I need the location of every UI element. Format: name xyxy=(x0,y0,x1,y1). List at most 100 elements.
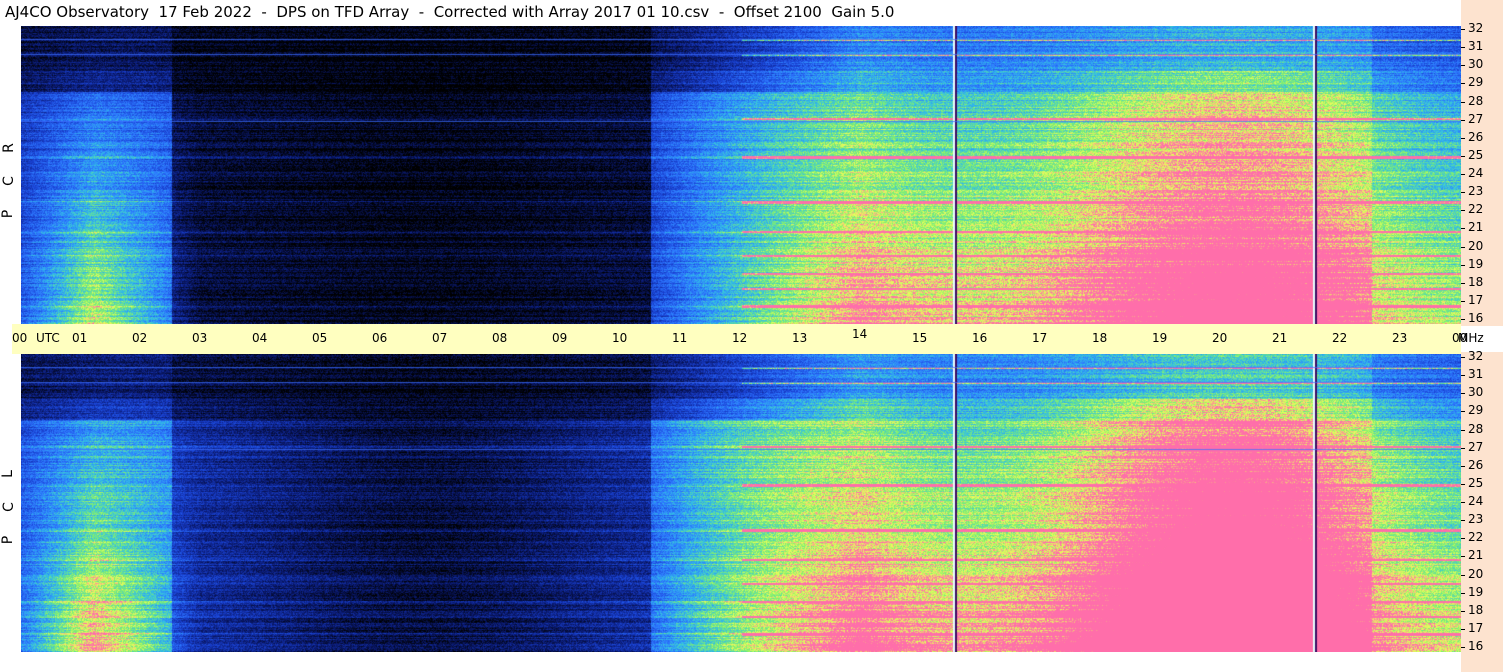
utc-tick-label: 10 xyxy=(612,331,628,345)
utc-tick-label: 20 xyxy=(1212,331,1228,345)
frequency-tick xyxy=(1461,137,1465,139)
frequency-tick xyxy=(1461,282,1465,284)
polarization-letter: C xyxy=(0,502,17,512)
frequency-tick-label: 20 xyxy=(1468,566,1484,581)
frequency-tick-label: 20 xyxy=(1468,238,1484,253)
frequency-tick xyxy=(1461,483,1465,485)
frequency-tick xyxy=(1461,592,1465,594)
frequency-tick xyxy=(1461,647,1465,648)
frequency-tick xyxy=(1461,447,1465,449)
polarization-letter: C xyxy=(0,176,17,186)
frequency-tick xyxy=(1461,538,1465,540)
frequency-tick xyxy=(1461,210,1465,212)
frequency-tick-label: 19 xyxy=(1468,584,1484,599)
page-title: AJ4CO Observatory 17 Feb 2022 - DPS on T… xyxy=(5,3,895,21)
frequency-tick-label: 21 xyxy=(1468,548,1484,563)
frequency-tick-label: 16 xyxy=(1468,311,1484,325)
utc-tick-label: 05 xyxy=(312,331,328,345)
utc-tick-label: 21 xyxy=(1272,331,1288,345)
frequency-tick xyxy=(1461,47,1465,49)
frequency-tick-label: 30 xyxy=(1468,57,1484,72)
utc-tick-label: 11 xyxy=(672,331,688,345)
utc-tick-label: 06 xyxy=(372,331,388,345)
utc-tick-label: 01 xyxy=(72,331,88,345)
frequency-tick xyxy=(1461,174,1465,175)
frequency-tick-label: 31 xyxy=(1468,39,1484,54)
frequency-tick-label: 29 xyxy=(1468,75,1484,90)
frequency-tick-label: 31 xyxy=(1468,367,1484,382)
frequency-tick xyxy=(1461,393,1465,395)
axis-footer xyxy=(1461,654,1503,672)
frequency-tick-label: 24 xyxy=(1468,166,1484,180)
lcp-frequency-axis: 32 31 30 29 28 27 26 25 24 23 22 21 20 19 18 17 16 xyxy=(1461,349,1503,654)
frequency-tick-label: 17 xyxy=(1468,620,1484,635)
frequency-tick-label: 26 xyxy=(1468,457,1484,472)
utc-tick-label: 16 xyxy=(972,331,988,345)
utc-tick-label: 22 xyxy=(1332,331,1348,345)
frequency-tick-label: 18 xyxy=(1468,602,1484,617)
frequency-tick xyxy=(1461,502,1465,503)
frequency-tick xyxy=(1461,628,1465,630)
frequency-tick-label: 30 xyxy=(1468,385,1484,400)
frequency-tick-label: 27 xyxy=(1468,439,1484,454)
utc-tick-label: 18 xyxy=(1092,331,1108,345)
frequency-tick xyxy=(1461,65,1465,67)
frequency-tick-label: 32 xyxy=(1468,21,1484,35)
frequency-tick-label: 23 xyxy=(1468,512,1484,527)
frequency-tick xyxy=(1461,264,1465,266)
frequency-tick xyxy=(1461,375,1465,377)
rcp-frequency-axis: 32 31 30 29 28 27 26 25 24 23 22 21 20 19 18 17 16 xyxy=(1461,21,1503,326)
frequency-tick xyxy=(1461,319,1465,320)
utc-tick-label: 12 xyxy=(732,331,748,345)
frequency-tick-label: 25 xyxy=(1468,475,1484,490)
utc-unit-label: UTC xyxy=(36,331,60,345)
utc-tick-label: 02 xyxy=(132,331,148,345)
frequency-tick-label: 28 xyxy=(1468,421,1484,436)
frequency-tick-label: 19 xyxy=(1468,256,1484,271)
frequency-tick-label: 26 xyxy=(1468,129,1484,144)
utc-tick-label: 15 xyxy=(912,331,928,345)
frequency-tick xyxy=(1461,192,1465,194)
rcp-heatmap xyxy=(21,26,1461,324)
frequency-tick-label: 29 xyxy=(1468,403,1484,418)
frequency-tick-label: 27 xyxy=(1468,111,1484,126)
lcp-heatmap xyxy=(21,354,1461,652)
frequency-tick xyxy=(1461,429,1465,431)
frequency-tick-label: 32 xyxy=(1468,349,1484,363)
frequency-tick-label: 25 xyxy=(1468,147,1484,162)
utc-tick-label: 08 xyxy=(492,331,508,345)
frequency-tick-label: 18 xyxy=(1468,274,1484,289)
frequency-tick-label: 28 xyxy=(1468,93,1484,108)
utc-tick-label: 07 xyxy=(432,331,448,345)
utc-tick-label: 09 xyxy=(552,331,568,345)
utc-tick-label: 14 xyxy=(852,327,868,341)
utc-tick-label: 17 xyxy=(1032,331,1048,345)
mhz-unit-label: MHz xyxy=(1458,331,1484,345)
frequency-tick xyxy=(1461,155,1465,157)
frequency-tick xyxy=(1461,520,1465,522)
frequency-tick xyxy=(1461,610,1465,612)
frequency-tick-label: 23 xyxy=(1468,184,1484,199)
utc-tick-label: 19 xyxy=(1152,331,1168,345)
utc-tick-label: 03 xyxy=(192,331,208,345)
frequency-tick xyxy=(1461,411,1465,413)
frequency-tick xyxy=(1461,29,1465,30)
frequency-tick xyxy=(1461,83,1465,85)
polarization-letter: P xyxy=(0,209,17,219)
utc-time-axis: 00 01 02 03 04 05 06 07 08 09 10 11 12 13 14 15 16 17 18 19… xyxy=(12,324,1484,354)
frequency-tick xyxy=(1461,246,1465,248)
frequency-tick xyxy=(1461,465,1465,467)
frequency-tick-label: 22 xyxy=(1468,202,1484,217)
frequency-tick xyxy=(1461,119,1465,121)
frequency-tick xyxy=(1461,228,1465,230)
polarization-letter: L xyxy=(0,470,16,478)
frequency-tick xyxy=(1461,101,1465,103)
frequency-tick xyxy=(1461,556,1465,558)
utc-tick-label: 13 xyxy=(792,331,808,345)
polarization-letter: P xyxy=(0,535,17,545)
rcp-spectrogram xyxy=(21,26,1461,324)
frequency-tick-label: 17 xyxy=(1468,292,1484,307)
utc-tick-label: 04 xyxy=(252,331,268,345)
frequency-tick-label: 21 xyxy=(1468,220,1484,235)
utc-tick-label: 00 xyxy=(12,331,28,345)
